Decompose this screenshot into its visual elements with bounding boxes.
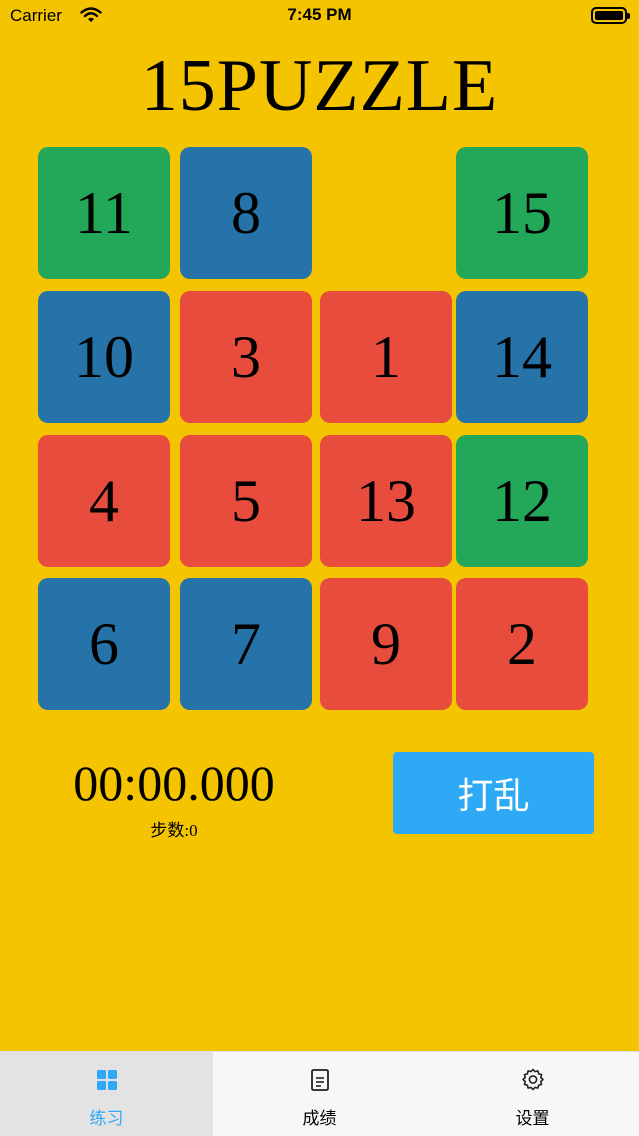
tab-bar: 练习 成绩 设置 (0, 1051, 639, 1136)
puzzle-tile[interactable]: 8 (180, 147, 312, 279)
puzzle-tile[interactable]: 13 (320, 435, 452, 567)
tab-label: 练习 (89, 1109, 124, 1129)
puzzle-tile[interactable]: 14 (456, 291, 588, 423)
document-icon (311, 1069, 329, 1091)
puzzle-tile[interactable]: 1 (320, 291, 452, 423)
puzzle-tile[interactable]: 6 (38, 578, 170, 710)
puzzle-tile[interactable]: 4 (38, 435, 170, 567)
status-time: 7:45 PM (287, 5, 352, 24)
puzzle-tile[interactable]: 2 (456, 578, 588, 710)
gear-icon (522, 1068, 544, 1091)
puzzle-tile[interactable]: 9 (320, 578, 452, 710)
puzzle-tile[interactable]: 12 (456, 435, 588, 567)
timer-display: 00:00.000 (73, 755, 275, 811)
status-bar: Carrier 7:45 PM (0, 0, 639, 34)
battery-icon (591, 7, 630, 24)
puzzle-tile[interactable]: 5 (180, 435, 312, 567)
tab-records[interactable]: 成绩 (213, 1052, 426, 1136)
puzzle-tile[interactable]: 11 (38, 147, 170, 279)
shuffle-button[interactable]: 打乱 (393, 752, 594, 834)
puzzle-board: 11 8 15 10 3 1 14 4 5 13 12 6 7 9 2 (38, 147, 590, 712)
puzzle-tile[interactable]: 7 (180, 578, 312, 710)
puzzle-tile[interactable]: 15 (456, 147, 588, 279)
tab-practice[interactable]: 练习 (0, 1052, 213, 1136)
tab-settings[interactable]: 设置 (426, 1052, 639, 1136)
tab-label: 设置 (515, 1109, 550, 1129)
puzzle-tile[interactable]: 10 (38, 291, 170, 423)
step-counter: 步数:0 (150, 821, 198, 840)
grid-icon (97, 1070, 117, 1090)
tab-label: 成绩 (302, 1109, 337, 1129)
puzzle-tile[interactable]: 3 (180, 291, 312, 423)
app-title: 15PUZZLE (140, 45, 499, 127)
empty-slot (320, 147, 452, 279)
